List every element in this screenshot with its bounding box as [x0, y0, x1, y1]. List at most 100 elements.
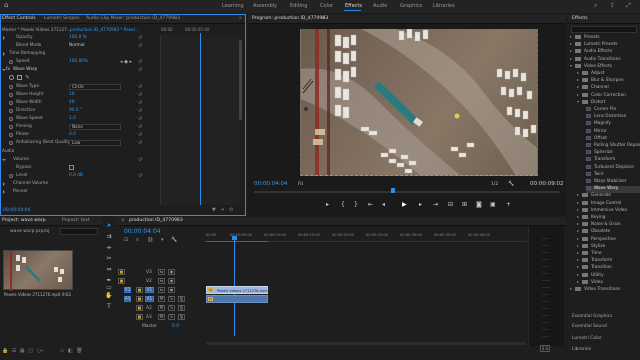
lock-icon[interactable]: 🔒 [118, 278, 125, 284]
effects-tree-item[interactable]: Color Correction [577, 92, 640, 100]
effect-icon[interactable] [586, 143, 591, 147]
nest-icon[interactable]: ⊡ [124, 237, 128, 243]
effects-panel-title[interactable]: Effects [572, 16, 588, 21]
stopwatch-icon[interactable] [9, 174, 13, 178]
chevron-right-icon[interactable] [577, 259, 579, 262]
stopwatch-icon[interactable] [9, 93, 13, 97]
mark-out-icon[interactable]: { [341, 201, 345, 208]
eye-icon[interactable]: ◉ [168, 278, 175, 284]
mute-icon[interactable]: M [158, 314, 165, 320]
stopwatch-icon[interactable] [9, 85, 13, 89]
program-monitor-title[interactable]: Program: production ID_4770983 [252, 16, 328, 21]
type-tool-icon[interactable]: T [105, 303, 113, 311]
reset-icon[interactable]: ↺ [138, 116, 142, 122]
stopwatch-icon[interactable] [9, 109, 13, 113]
chevron-right-icon[interactable] [577, 194, 579, 197]
effects-tree-item[interactable]: Audio Transitions [570, 56, 640, 64]
effects-tree-item[interactable]: Generate [577, 193, 640, 200]
wave-type-dropdown[interactable]: Circle [69, 83, 121, 90]
effect-icon[interactable] [586, 171, 591, 176]
effects-tree-item[interactable]: Distort [577, 99, 640, 107]
reset-icon[interactable]: ↺ [138, 92, 142, 98]
effects-tree-item[interactable]: Mirror [586, 128, 640, 136]
extract-icon[interactable]: ⊞ [462, 201, 467, 208]
reset-icon[interactable]: ↺ [138, 140, 142, 146]
project-search-input[interactable] [60, 228, 98, 235]
effects-tree-item[interactable]: Turbulent Displace [586, 164, 640, 172]
add-button-icon[interactable]: + [506, 201, 511, 208]
effect-controls-timecode[interactable]: 00:00:04:04 [3, 208, 30, 213]
effects-tree-item[interactable]: Video Transitions [570, 287, 640, 294]
workspace-learning[interactable]: Learning [222, 3, 244, 9]
ellipse-mask-icon[interactable] [9, 75, 14, 80]
tab-audio-clip-mixer[interactable]: Audio Clip Mixer: production ID_4770983 [86, 16, 180, 21]
chevron-right-icon[interactable] [577, 252, 579, 254]
bottom-lumetri-color[interactable]: Lumetri Color [572, 336, 602, 341]
bottom-essential-sound[interactable]: Essential Sound [572, 324, 607, 329]
reset-icon[interactable]: ↺ [138, 35, 142, 41]
snap-icon[interactable]: ∩ [136, 237, 140, 243]
effects-tree-item[interactable]: Utility [577, 272, 640, 280]
effect-controls-menu-icon[interactable]: » [239, 16, 242, 21]
expand-arrow-icon[interactable] [3, 182, 5, 186]
reset-icon[interactable]: ↺ [138, 84, 142, 90]
clip-reference[interactable]: production ID_4770983 * Pexel... [70, 27, 139, 32]
mic-icon[interactable]: 🎙 [178, 314, 185, 320]
lock-icon[interactable]: 🔒 [136, 314, 143, 320]
quick-export-icon[interactable]: ⇪ [610, 2, 615, 9]
tab-project-wave-warp[interactable]: Project: wave warp [2, 218, 46, 223]
workspace-effects[interactable]: Effects [345, 3, 362, 9]
solo-icon[interactable]: S [168, 314, 175, 320]
chevron-right-icon[interactable] [577, 72, 579, 74]
chevron-right-icon[interactable] [577, 79, 579, 82]
reset-icon[interactable]: ↺ [138, 108, 142, 114]
chevron-right-icon[interactable] [577, 208, 579, 211]
effects-tree-item[interactable]: Image Control [577, 200, 640, 208]
stopwatch-icon[interactable] [9, 125, 13, 129]
tab-lumetri-scopes[interactable]: Lumetri Scopes [44, 16, 80, 21]
expand-arrow-icon[interactable] [3, 36, 5, 40]
play-icon[interactable]: ▶ [402, 201, 407, 208]
master-level-value[interactable]: 0.0 [172, 324, 179, 329]
reset-icon[interactable]: ↺ [138, 67, 142, 73]
fullscreen-icon[interactable]: ⤢ [626, 2, 631, 10]
chevron-down-icon[interactable] [577, 100, 579, 103]
marker-icon[interactable]: ▾ [161, 237, 164, 243]
effect-icon[interactable] [586, 186, 591, 191]
eye-icon[interactable]: ◉ [168, 287, 175, 293]
rectangle-tool-icon[interactable]: ▭ [105, 284, 113, 292]
chevron-right-icon[interactable] [577, 86, 579, 89]
effect-icon[interactable] [586, 114, 591, 119]
mute-icon[interactable]: M [158, 305, 165, 311]
bottom-essential-graphics[interactable]: Essential Graphics [572, 314, 612, 319]
lock-icon[interactable]: 🔒 [136, 296, 143, 302]
tab-sequence[interactable]: production ID_4770983 [129, 218, 183, 223]
go-to-out-icon[interactable]: ⇥ [433, 201, 438, 208]
reset-icon[interactable]: ↺ [138, 59, 142, 65]
lock-icon[interactable]: 🔒 [136, 287, 143, 293]
effect-icon[interactable] [586, 107, 591, 111]
selection-tool-icon[interactable]: ➤ [105, 222, 113, 230]
effect-icon[interactable] [586, 135, 591, 140]
level-value[interactable]: 0.0 dB [69, 173, 83, 178]
sync-lock-icon[interactable]: ⇆ [158, 269, 165, 275]
chevron-right-icon[interactable] [577, 237, 579, 240]
mic-icon[interactable]: 🎙 [178, 296, 185, 302]
chevron-right-icon[interactable] [577, 223, 579, 226]
effects-tree-item[interactable]: Obsolete [577, 229, 640, 236]
filter-icon[interactable]: ▼ [212, 207, 216, 213]
comparison-view-icon[interactable]: ▣ [490, 201, 496, 208]
lift-icon[interactable]: ⊟ [448, 201, 453, 208]
step-back-icon[interactable]: ◂ [382, 201, 385, 208]
go-to-in-icon[interactable]: ⇤ [368, 201, 373, 208]
track-select-tool-icon[interactable]: ⇉ [105, 233, 113, 241]
source-patch-v1[interactable]: V1 [124, 287, 131, 293]
home-icon[interactable]: ⌂ [4, 2, 11, 9]
stopwatch-icon[interactable] [9, 60, 13, 64]
effects-tree-item[interactable]: Stylize [577, 243, 640, 251]
mute-icon[interactable]: M [158, 296, 165, 302]
chevron-right-icon[interactable] [570, 43, 572, 46]
export-icon[interactable]: ⇥ [220, 207, 224, 213]
chevron-right-icon[interactable] [577, 280, 579, 283]
reset-icon[interactable]: ↺ [138, 100, 142, 106]
